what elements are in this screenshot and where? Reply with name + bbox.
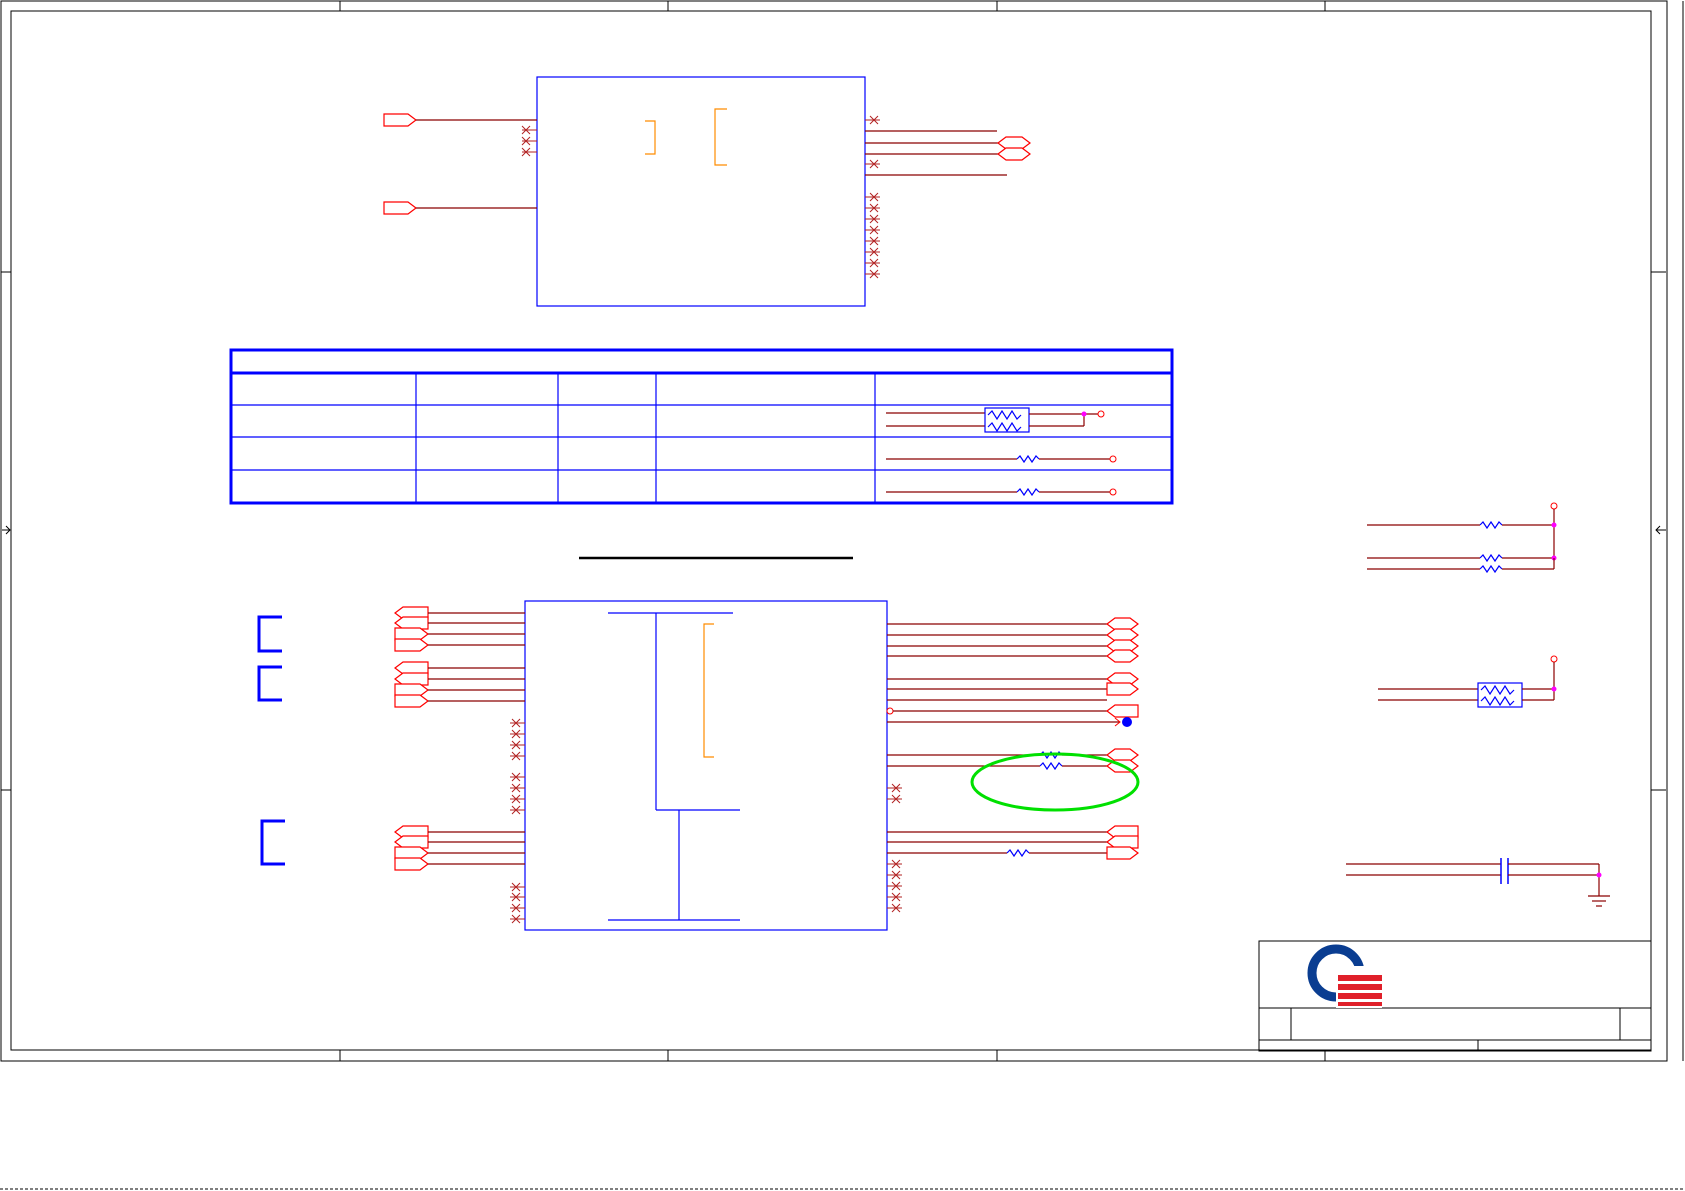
pullup-circuit-1 [1367, 502, 1558, 574]
ground-icon [1588, 895, 1610, 907]
upper-bracket-large [714, 108, 727, 166]
right-center-arrow-icon [1655, 525, 1666, 535]
highlight-ellipse [970, 752, 1140, 812]
bidir-port-2 [997, 147, 1031, 161]
upper-ic-block [383, 76, 1031, 307]
input-port-2 [383, 201, 417, 215]
left-bracket-3 [260, 819, 285, 866]
upper-right-outputs [865, 130, 1031, 176]
decoupling-capacitor-circuit [1346, 858, 1610, 907]
company-logo-icon [1307, 944, 1382, 1008]
upper-left-nc-pins [521, 125, 537, 157]
upper-right-nc-pins [865, 115, 880, 279]
drawing-frame [0, 0, 1685, 1190]
lower-left-ports [394, 606, 525, 871]
lower-ic-block [524, 600, 888, 931]
lower-bracket [703, 623, 714, 758]
option-table [229, 348, 1174, 505]
lower-left-nc-pins [510, 718, 525, 924]
left-bracket-1 [257, 615, 282, 653]
left-center-arrow-icon [2, 525, 11, 535]
left-bracket-2 [257, 665, 282, 702]
lower-right-nc-pins [887, 783, 902, 913]
table-row-1-circuit [886, 407, 1105, 433]
test-point-icon [1122, 717, 1132, 727]
upper-bracket-small [645, 120, 656, 155]
table-row-2-circuit [886, 454, 1117, 464]
table-row-3-circuit [886, 487, 1117, 497]
title-block [1258, 940, 1652, 1052]
schematic-sheet [0, 0, 1685, 1190]
lower-right-outputs [886, 617, 1139, 860]
pullup-circuit-2 [1378, 655, 1558, 708]
input-port-1 [383, 113, 417, 127]
bidir-port-1 [997, 136, 1031, 150]
